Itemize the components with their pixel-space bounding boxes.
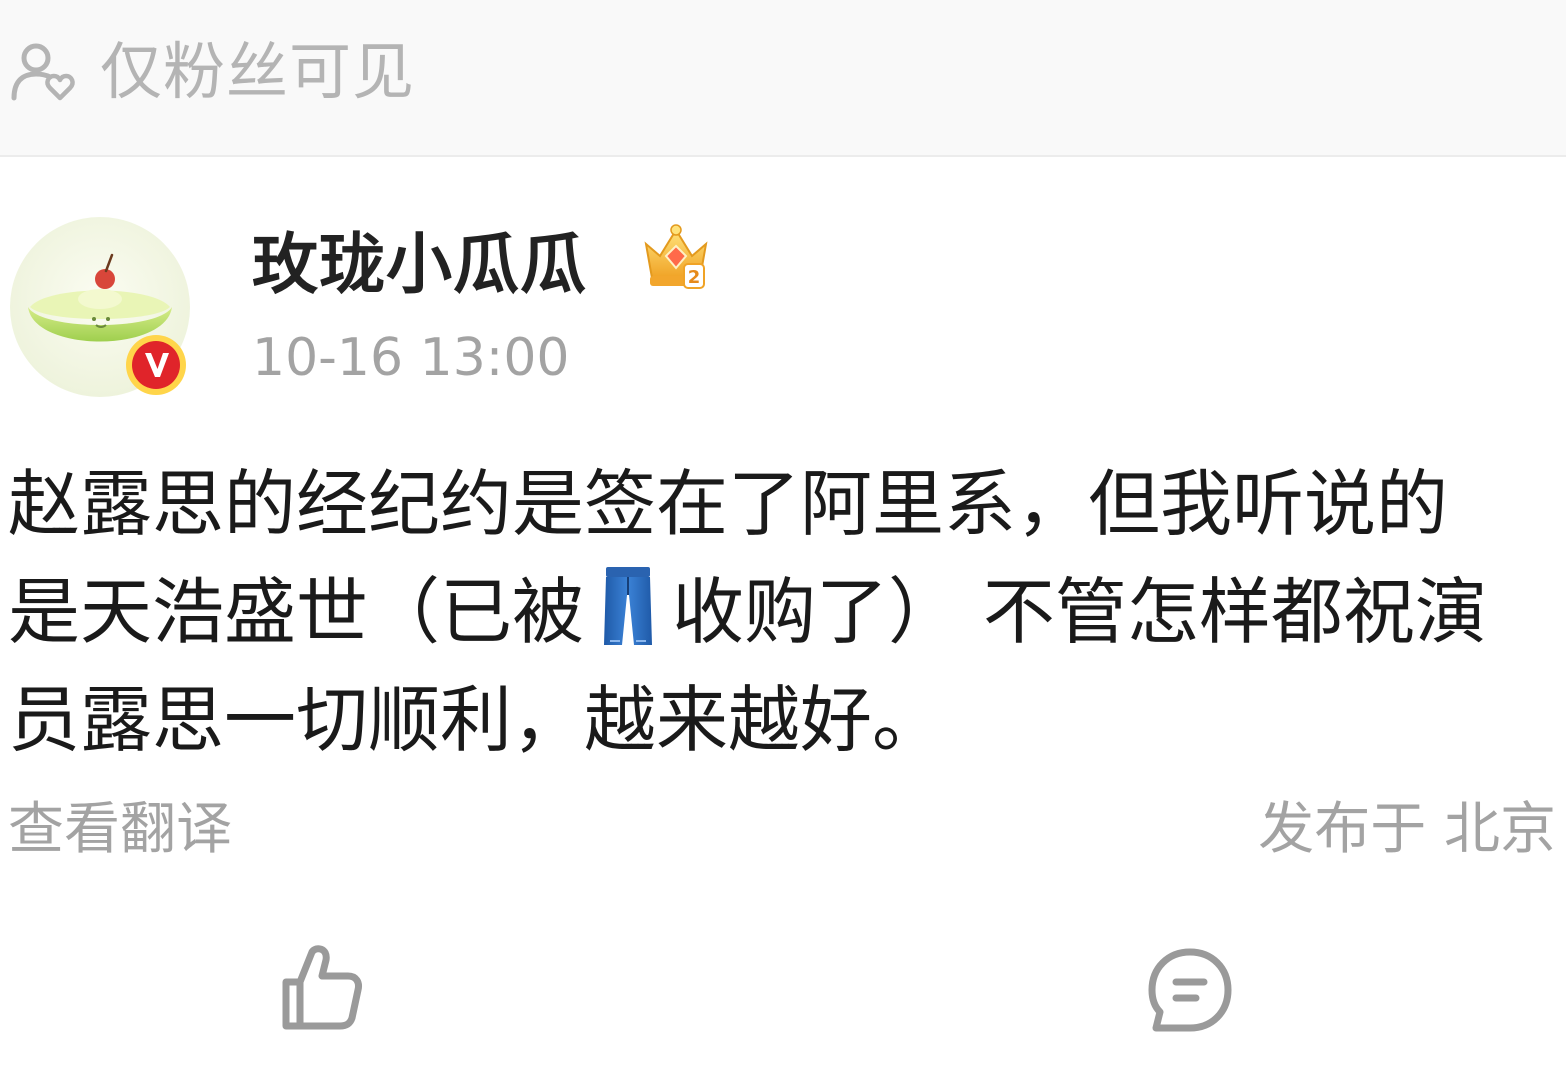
thumbs-up-icon[interactable]	[276, 942, 366, 1034]
header-divider	[0, 155, 1566, 157]
post-time: 10-16 13:00	[252, 328, 570, 388]
fans-only-icon	[11, 43, 75, 101]
crown-level-number: 2	[688, 267, 701, 288]
post-location: 发布于 北京	[1258, 797, 1556, 862]
comment-icon[interactable]	[1146, 946, 1234, 1034]
jeans-emoji	[604, 567, 653, 645]
post-text-segment: 收购了） 不管怎样都祝演	[672, 570, 1487, 654]
post-text-line: 员露思一切顺利，越来越好。	[8, 678, 945, 762]
post-text-line-with-emoji: 是天浩盛世（已被 收购了） 不管怎样都祝演	[8, 558, 1556, 666]
visibility-bar: 仅粉丝可见	[0, 0, 1566, 155]
post-text-segment: 是天浩盛世（已被	[8, 570, 585, 654]
author-name[interactable]: 玫珑小瓜瓜	[252, 220, 587, 310]
view-translation-link[interactable]: 查看翻译	[8, 792, 232, 868]
crown-level-icon: 2	[644, 224, 708, 289]
post-body: 赵露思的经纪约是签在了阿里系，但我听说的 是天浩盛世（已被 收购了） 不管怎样都…	[8, 450, 1556, 774]
verified-v-icon	[126, 335, 186, 395]
post-text-line: 赵露思的经纪约是签在了阿里系，但我听说的	[8, 462, 1449, 546]
weibo-post-card: 仅粉丝可见 玫珑小瓜瓜 2 10-16 13:00 赵露思的经纪约是签在了阿里系…	[0, 0, 1566, 1080]
visibility-label: 仅粉丝可见	[100, 35, 416, 108]
